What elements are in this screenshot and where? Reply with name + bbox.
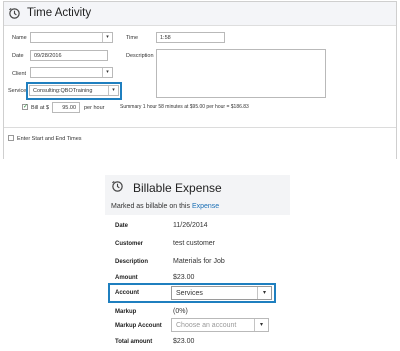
bill-at-label: Bill at $ [31,105,50,111]
be-markup-account-label: Markup Account [115,323,162,329]
service-value: Consulting:QBOTraining [33,88,93,94]
time-activity-footer: Enter Start and End Times [4,127,396,159]
chevron-down-icon: ▾ [257,287,271,299]
billable-checkbox[interactable]: ✓ [22,104,28,110]
be-amount-label: Amount [115,275,138,281]
time-value: 1:58 [160,35,171,41]
billable-expense-title: Billable Expense [133,181,222,195]
be-customer-label: Customer [115,241,144,247]
rate-input[interactable]: 95.00 [52,102,80,113]
start-end-checkbox[interactable] [8,135,14,141]
billable-expense-icon [112,180,123,192]
name-label: Name [12,35,27,41]
billable-expense-panel: Billable Expense Marked as billable on t… [105,175,290,351]
expense-link[interactable]: Expense [192,203,219,210]
description-label: Description [126,53,154,59]
time-activity-icon [9,7,20,19]
per-hour-label: per hour [84,105,105,111]
date-value: 09/28/2016 [34,53,62,59]
account-select[interactable]: Services ▾ [171,286,272,300]
be-total-value: $23.00 [173,338,195,345]
time-activity-title: Time Activity [27,7,92,19]
time-label: Time [126,35,139,41]
date-label: Date [12,53,24,59]
be-total-label: Total amount [115,339,153,345]
be-customer-value: test customer [173,240,216,247]
name-select[interactable]: ▾ [30,32,113,43]
be-account-label: Account [115,290,139,296]
be-markup-value: (0%) [173,308,188,315]
marked-billable-text: Marked as billable on this [111,203,192,210]
start-end-label: Enter Start and End Times [17,136,82,142]
client-select[interactable]: ▾ [30,67,113,78]
service-label: Service [8,88,27,94]
be-amount-value: $23.00 [173,274,195,281]
time-input[interactable]: 1:58 [156,32,225,43]
markup-account-placeholder: Choose an account [176,322,237,329]
summary-text: Summary 1 hour 58 minutes at $95.00 per … [120,104,249,110]
be-markup-label: Markup [115,309,137,315]
chevron-down-icon: ▾ [254,319,268,331]
service-select[interactable]: Consulting:QBOTraining ▾ [29,85,119,96]
client-label: Client [12,71,27,77]
time-activity-panel: Time Activity Name ▾ Date 09/28/2016 Cli… [3,1,397,159]
rate-value: 95.00 [62,105,76,111]
description-textarea[interactable] [156,49,326,98]
date-input[interactable]: 09/28/2016 [30,50,108,61]
chevron-down-icon: ▾ [102,33,112,42]
be-description-value: Materials for Job [173,258,225,265]
billable-expense-header: Billable Expense [105,175,290,199]
account-value: Services [176,290,203,297]
be-date-value: 11/26/2014 [173,222,208,229]
be-description-label: Description [115,259,149,265]
marked-billable-note: Marked as billable on this Expense [105,199,290,215]
chevron-down-icon: ▾ [102,68,112,77]
be-date-label: Date [115,223,129,229]
chevron-down-icon: ▾ [108,86,118,95]
time-activity-header: Time Activity [4,2,396,26]
markup-account-select[interactable]: Choose an account ▾ [171,318,269,332]
